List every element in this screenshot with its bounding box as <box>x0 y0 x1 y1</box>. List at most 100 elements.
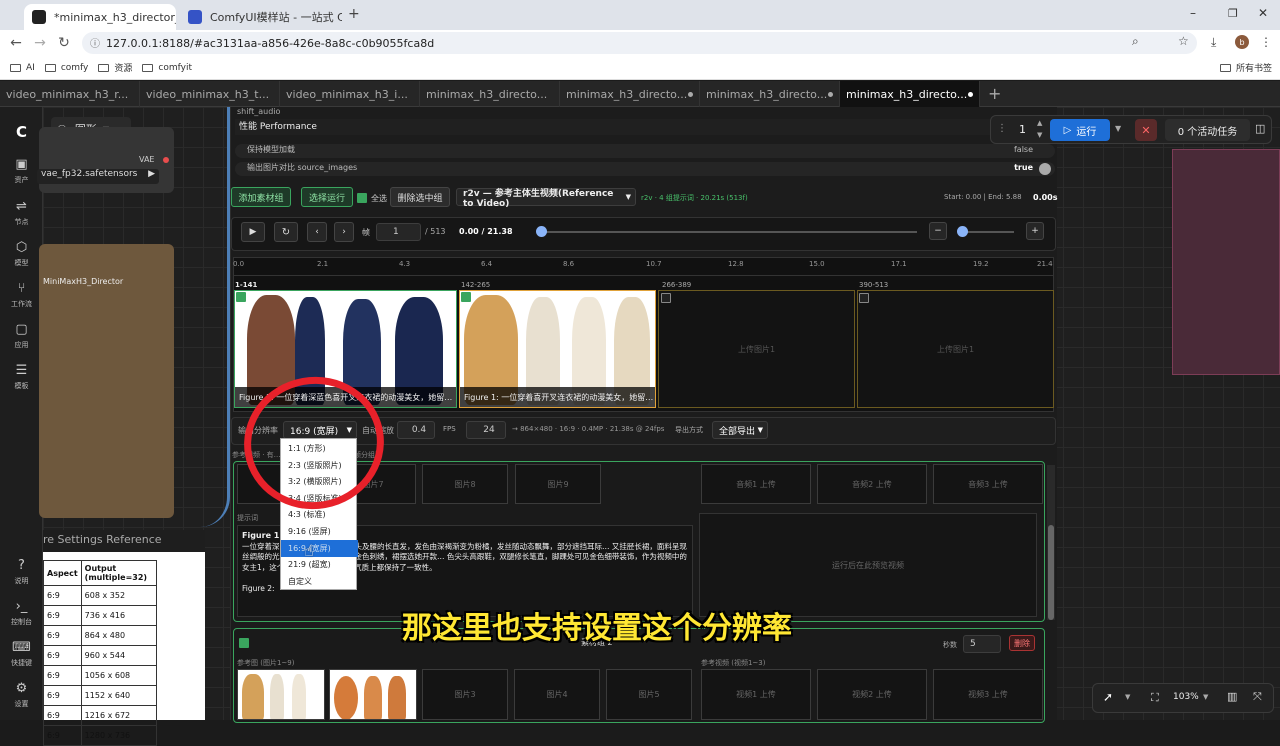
sidebar-item-apps[interactable]: ▢ 应用 <box>0 322 43 350</box>
sidebar-item-shortcuts[interactable]: ⌨ 快捷键 <box>0 640 43 668</box>
active-tasks-button[interactable]: 0 个活动任务 <box>1165 119 1250 141</box>
chevron-down-icon[interactable]: ▼ <box>1203 693 1208 701</box>
profile-avatar[interactable]: b <box>1235 35 1249 49</box>
forward-icon[interactable]: → <box>28 35 52 51</box>
chevron-down-icon[interactable]: ▼ <box>1115 124 1121 133</box>
reference-cell[interactable]: 图片5 <box>606 669 692 720</box>
browser-tab-title: ComfyUI模样站 - 一站式 Com <box>210 11 342 24</box>
sidebar-item-nodes[interactable]: ⇌ 节点 <box>0 199 43 227</box>
group-node[interactable] <box>1172 149 1280 375</box>
bookmark-ai[interactable]: AI <box>10 63 35 73</box>
reference-image-1[interactable] <box>237 669 325 720</box>
chevron-down-icon[interactable]: ▼ <box>1125 693 1130 701</box>
video-upload-cell[interactable]: 视频3 上传 <box>933 669 1043 720</box>
bookmark-comfy[interactable]: comfy <box>44 63 88 73</box>
timeline-segment-2[interactable]: Figure 1: 一位穿着喜开叉连衣裙的动漫美女，她留… <box>459 290 656 408</box>
table-header: Output (multiple=32) <box>80 560 158 586</box>
sidebar-item-models[interactable]: ⬡ 模型 <box>0 240 43 268</box>
zoom-level[interactable]: 103% <box>1173 692 1199 702</box>
workflow-tab[interactable]: video_minimax_h3_t... <box>140 81 280 107</box>
bookmark-comfyit[interactable]: comfyit <box>142 63 192 73</box>
reference-cell[interactable]: 图片8 <box>422 464 508 504</box>
fit-view-icon[interactable]: ⛶ <box>1151 691 1159 705</box>
workflow-tab[interactable]: minimax_h3_directo... <box>420 81 560 107</box>
audio-upload-cell[interactable]: 音频3 上传 <box>933 464 1043 504</box>
table-cell: 1152 x 640 <box>80 685 158 706</box>
delete-group-button[interactable]: 删除 <box>1009 635 1035 651</box>
workflow-tab[interactable]: minimax_h3_directo... <box>700 81 840 107</box>
sidebar-item-help[interactable]: ? 说明 <box>0 558 43 586</box>
run-count[interactable]: 1 <box>1019 123 1026 136</box>
keyboard-icon: ⌨ <box>12 640 31 655</box>
output-socket[interactable] <box>163 157 169 163</box>
timeline-segment-4[interactable]: 上传图片1 <box>857 290 1054 408</box>
reference-image-2[interactable] <box>329 669 417 720</box>
segment-checkbox[interactable] <box>461 292 471 302</box>
maximize-button[interactable]: ❐ <box>1228 7 1238 20</box>
sidebar-item-workflows[interactable]: ⑂ 工作流 <box>0 281 43 309</box>
download-icon[interactable]: ⤓ <box>1211 35 1216 50</box>
reference-cell[interactable]: 图片9 <box>515 464 601 504</box>
map-icon[interactable]: ▥ <box>1227 690 1237 703</box>
workflow-tab[interactable]: minimax_h3_directo... <box>560 81 700 107</box>
reference-cell[interactable]: 图片3 <box>422 669 508 720</box>
sidebar-item-templates[interactable]: ☰ 模板 <box>0 363 43 391</box>
star-icon[interactable]: ☆ <box>1178 34 1189 48</box>
back-icon[interactable]: ← <box>4 35 28 51</box>
pointer-icon[interactable]: ➚ <box>1103 690 1113 704</box>
workflow-tab[interactable]: video_minimax_h3_i... <box>280 81 420 107</box>
comfy-logo-icon[interactable]: C <box>0 123 43 141</box>
reload-icon[interactable]: ↻ <box>52 35 76 51</box>
url-field[interactable]: ⓘ 127.0.0.1:8188/#ac3131aa-a856-426e-8a8… <box>82 32 1197 54</box>
link-visibility-icon[interactable]: ⤧ <box>1253 690 1262 704</box>
export-select[interactable]: 全部导出 ▼ <box>712 421 768 439</box>
resolution-option[interactable]: 4:3 (标准) <box>281 506 358 523</box>
sidebar-item-settings[interactable]: ⚙ 设置 <box>0 681 43 709</box>
vae-output-label: VAE <box>139 155 155 164</box>
group-checkbox[interactable] <box>239 638 249 648</box>
template-icon: ☰ <box>15 363 28 378</box>
audio-upload-cell[interactable]: 音频2 上传 <box>817 464 927 504</box>
fps-input[interactable]: 24 <box>466 421 506 439</box>
drag-handle-icon[interactable]: ⋮ <box>997 123 1007 134</box>
segment-checkbox[interactable] <box>661 293 671 303</box>
chevron-up-icon[interactable]: ▲ <box>1037 119 1042 127</box>
minimize-button[interactable]: – <box>1190 6 1196 20</box>
panel-toggle-icon[interactable]: ◫ <box>1255 122 1265 135</box>
close-window-button[interactable]: ✕ <box>1258 6 1268 20</box>
new-tab-button[interactable]: + <box>348 6 360 22</box>
vae-name-combo[interactable]: vae_fp32.safetensors ▶ <box>37 169 159 184</box>
video-upload-cell[interactable]: 视频2 上传 <box>817 669 927 720</box>
sidebar-item-console[interactable]: ›_ 控制台 <box>0 599 43 627</box>
director-node[interactable]: MiniMaxH3_Director <box>39 244 174 518</box>
audio-upload-cell[interactable]: 音频1 上传 <box>701 464 811 504</box>
cancel-run-button[interactable]: ✕ <box>1135 119 1157 141</box>
vae-loader-node[interactable]: VAE vae_fp32.safetensors ▶ <box>37 127 174 193</box>
workflow-tab-label: minimax_h3_directo... <box>426 87 548 101</box>
bookmark-resources[interactable]: 资源 <box>98 61 132 74</box>
resolution-option[interactable]: 21:9 (超宽) <box>281 556 358 573</box>
segment-checkbox[interactable] <box>859 293 869 303</box>
scrollbar-thumb[interactable] <box>1048 525 1054 620</box>
resolution-option[interactable]: 自定义 <box>281 573 358 590</box>
browser-tab[interactable]: ComfyUI模样站 - 一站式 Com ✕ <box>180 4 342 30</box>
all-bookmarks[interactable]: 所有书签 <box>1219 61 1272 74</box>
workflow-tab-active[interactable]: minimax_h3_directo... <box>840 81 980 107</box>
reference-cell[interactable]: 图片4 <box>514 669 600 720</box>
resolution-option[interactable]: 9:16 (竖屏) <box>281 523 358 540</box>
run-button[interactable]: ▷ 运行 <box>1050 119 1110 141</box>
resolution-option[interactable]: 16:9 (宽屏) <box>281 539 358 557</box>
seconds-input[interactable]: 5 <box>963 635 1001 653</box>
browser-tab-active[interactable]: *minimax_h3_director_r2v - C ✕ <box>24 4 176 30</box>
timeline-segment-3[interactable]: 上传图片1 <box>658 290 855 408</box>
more-menu-icon[interactable]: ⋮ <box>1260 35 1272 49</box>
segment-checkbox[interactable] <box>236 292 246 302</box>
chevron-down-icon[interactable]: ▼ <box>1037 131 1042 139</box>
workflow-tab[interactable]: video_minimax_h3_r... <box>0 81 140 107</box>
video-upload-cell[interactable]: 视频1 上传 <box>701 669 811 720</box>
zoom-icon[interactable]: ⌕ <box>1132 34 1139 49</box>
auto-scale-input[interactable]: 0.4 <box>397 421 435 439</box>
scrollbar[interactable] <box>1047 465 1055 620</box>
site-info-icon[interactable]: ⓘ <box>90 35 100 50</box>
add-workflow-button[interactable]: + <box>988 84 1001 103</box>
